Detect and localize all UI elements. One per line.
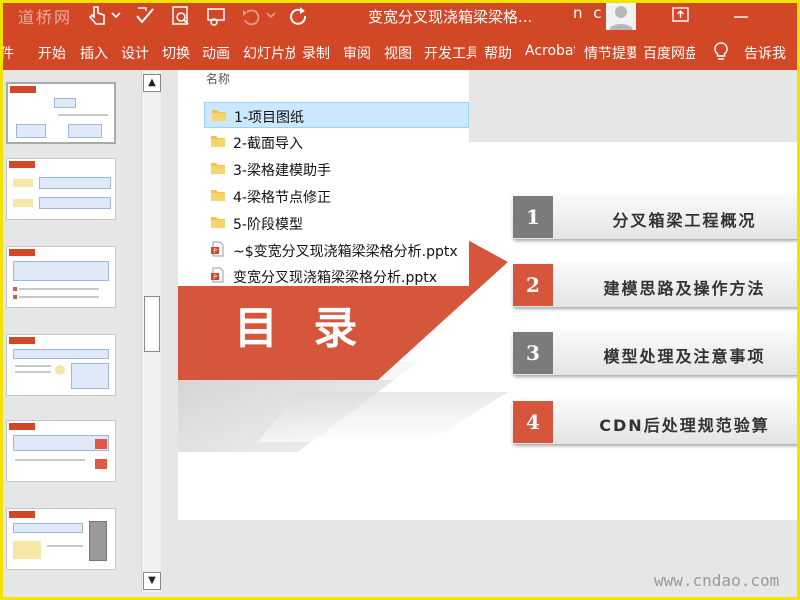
tell-me-search[interactable]: 告诉我 [744,43,786,63]
tab-developer[interactable]: 开发工具 [424,43,476,63]
tab-animations[interactable]: 动画 [202,43,230,63]
folder-icon [212,110,226,121]
touch-mode-icon[interactable] [86,4,108,28]
file-list-panel: 名称 1-项目图纸 2-截面导入 3-梁格建模助手 4-梁格节点修正 5-阶段模… [178,70,469,286]
slide-thumbnail[interactable] [6,82,116,144]
folder-icon [211,163,225,174]
site-watermark: www.cndao.com [654,571,780,590]
slide-thumbnail[interactable] [6,246,116,308]
slide-thumbnail[interactable] [6,420,116,482]
folder-icon [211,190,225,201]
file-list-item[interactable]: 2-截面导入 [204,129,469,155]
toc-number: 3 [513,332,553,374]
toc-text: 分叉箱梁工程概况 [612,211,757,230]
spellcheck-icon[interactable] [134,4,156,28]
file-list-item[interactable]: P ~$变宽分叉现浇箱梁梁格分析.pptx [204,237,469,263]
tab-help[interactable]: 帮助 [484,43,512,63]
column-header-name[interactable]: 名称 [206,70,230,87]
tab-design[interactable]: 设计 [121,43,149,63]
svg-text:P: P [213,248,217,255]
toc-number: 2 [513,264,553,306]
zoom-icon[interactable] [170,4,192,28]
slide-thumbnail[interactable] [6,334,116,396]
toc-text: 模型处理及注意事项 [603,347,766,366]
tab-review[interactable]: 审阅 [343,43,371,63]
thumbnail-scrollbar[interactable]: ▲ ▼ [141,70,161,592]
svg-text:P: P [213,274,217,281]
pptx-file-icon: P [211,267,224,283]
tab-baidu-netdisk[interactable]: 百度网盘 [643,43,695,63]
pptx-file-icon: P [211,241,224,257]
slide-heading: 目 录 [234,303,368,354]
file-list-item[interactable]: 5-阶段模型 [204,210,469,236]
user-name[interactable]: n c [573,4,605,22]
tab-acrobat[interactable]: Acrobat [525,43,575,59]
tab-storyboard[interactable]: 情节提要 [584,43,636,63]
window-title: 变宽分叉现浇箱梁梁格... [368,8,533,26]
folder-icon [211,217,225,228]
title-bar: 道桥网 变宽分叉现浇箱梁梁格... n c [0,0,800,34]
present-icon[interactable] [205,4,227,28]
file-list-item[interactable]: 4-梁格节点修正 [204,183,469,209]
tab-record[interactable]: 录制 [302,43,330,63]
tab-view[interactable]: 视图 [384,43,412,63]
slide-thumbnail[interactable] [6,158,116,220]
scroll-thumb[interactable] [144,296,160,352]
toc-number: 4 [513,401,553,443]
toc-item[interactable]: 1 分叉箱梁工程概况 [512,195,800,239]
toc-text: 建模思路及操作方法 [603,279,766,298]
watermark-logo: 道桥网 [18,8,73,27]
file-list-item[interactable]: 1-项目图纸 [204,102,469,128]
toc-item[interactable]: 4 CDN后处理规范验算 [512,400,800,444]
lightbulb-icon[interactable] [710,40,732,64]
avatar[interactable] [606,2,636,30]
tab-home[interactable]: 开始 [38,43,66,63]
file-list-item[interactable]: 3-梁格建模助手 [204,156,469,182]
tab-slideshow[interactable]: 幻灯片放映 [243,43,295,63]
slide-thumbnail[interactable] [6,508,116,570]
redo-icon[interactable] [288,4,310,28]
ribbon-tabs: 件 开始 插入 设计 切换 动画 幻灯片放映 录制 审阅 视图 开发工具 帮助 … [0,34,800,70]
tab-insert[interactable]: 插入 [80,43,108,63]
toc-number: 1 [513,196,553,238]
tab-file[interactable]: 件 [0,43,14,63]
ribbon-display-icon[interactable] [670,4,692,28]
chevron-down-icon[interactable] [265,4,287,28]
scroll-down-button[interactable]: ▼ [143,572,161,590]
scroll-up-button[interactable]: ▲ [143,74,161,92]
undo-icon[interactable] [240,4,262,28]
toc-text: CDN后处理规范验算 [599,416,770,435]
folder-icon [211,136,225,147]
toc-item[interactable]: 2 建模思路及操作方法 [512,263,800,307]
toc-item[interactable]: 3 模型处理及注意事项 [512,331,800,375]
minimize-icon[interactable] [730,4,752,28]
tab-transitions[interactable]: 切换 [162,43,190,63]
chevron-down-icon[interactable] [110,4,132,28]
file-list-item[interactable]: P 变宽分叉现浇箱梁梁格分析.pptx [204,263,469,286]
